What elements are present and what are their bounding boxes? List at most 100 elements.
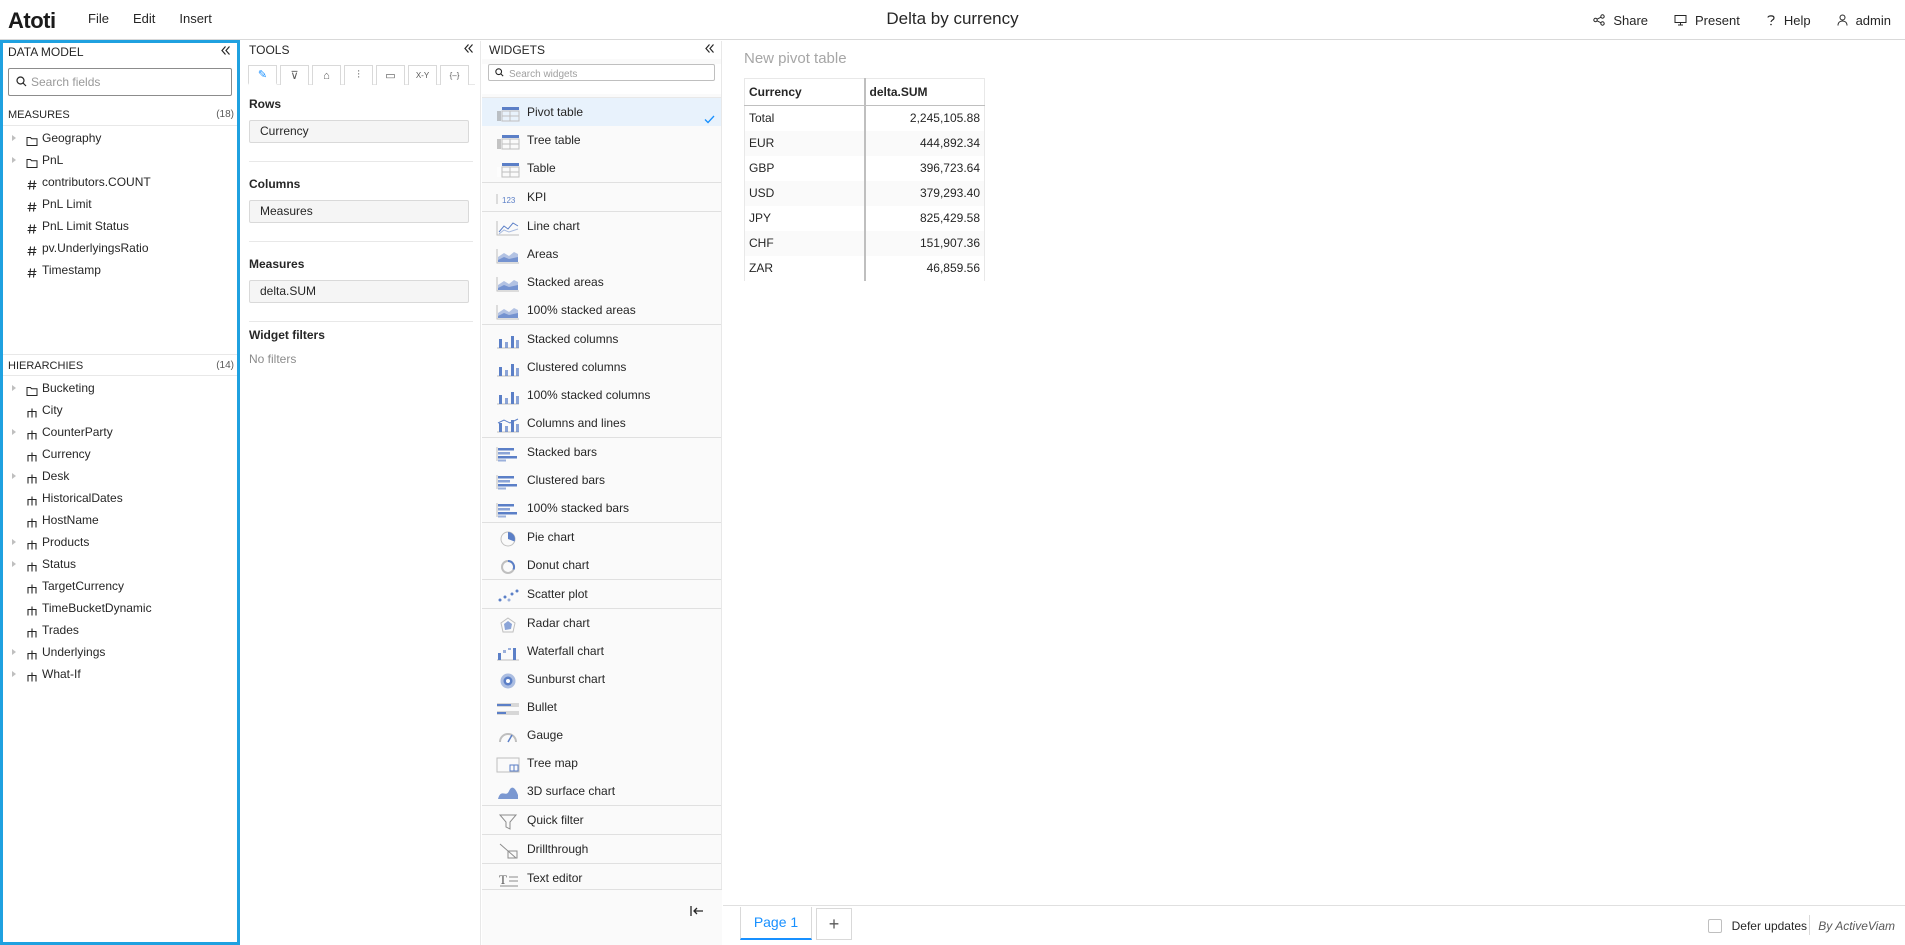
defer-updates-checkbox[interactable] (1707, 919, 1722, 933)
widget-item-stacked-areas[interactable]: Stacked areas (482, 268, 721, 296)
pivot-value-cell[interactable]: 444,892.34 (864, 130, 985, 156)
widget-item-waterfall-chart[interactable]: Waterfall chart (482, 637, 721, 665)
pivot-row-header-cell[interactable]: EUR (744, 130, 866, 156)
pivot-row-header-cell[interactable]: Total (744, 105, 866, 131)
tree-item-hostname[interactable]: HostName (3, 509, 237, 531)
app-logo[interactable]: Atoti (8, 8, 56, 34)
collapse-data-model-icon[interactable] (220, 45, 231, 56)
widget-item-pivot-table[interactable]: Pivot table (482, 98, 721, 126)
measures-field-chip[interactable]: delta.SUM (249, 280, 469, 303)
widget-item-bullet[interactable]: Bullet (482, 693, 721, 721)
help-button[interactable]: Help (1766, 13, 1811, 28)
tree-item-timebucketdynamic[interactable]: TimeBucketDynamic (3, 597, 237, 619)
widget-item-clustered-columns[interactable]: Clustered columns (482, 353, 721, 381)
tree-item-city[interactable]: City (3, 399, 237, 421)
widget-item-kpi[interactable]: 123 KPI (482, 183, 721, 211)
json-tab[interactable]: {–} (440, 65, 469, 85)
widget-item-3d-surface-chart[interactable]: 3D surface chart (482, 777, 721, 805)
hierarchies-section-header[interactable]: HIERARCHIES (14) (3, 354, 237, 376)
tree-item-bucketing[interactable]: Bucketing (3, 377, 237, 399)
expand-caret-icon[interactable] (12, 157, 16, 163)
tree-item-geography[interactable]: Geography (3, 127, 237, 149)
tree-item-pnl-limit-status[interactable]: PnL Limit Status (3, 215, 237, 237)
widget-item-tree-map[interactable]: Tree map (482, 749, 721, 777)
widget-title[interactable]: New pivot table (744, 50, 847, 67)
tree-item-trades[interactable]: Trades (3, 619, 237, 641)
pivot-row-header-cell[interactable]: CHF (744, 230, 866, 256)
share-button[interactable]: Share (1593, 13, 1648, 28)
collapse-tools-icon[interactable] (463, 43, 474, 54)
pin-panel-icon[interactable] (690, 905, 704, 917)
settings-tab[interactable]: ⫶ (344, 65, 373, 85)
pivot-row-header-cell[interactable]: JPY (744, 205, 866, 231)
filter-tab[interactable]: ⊽ (280, 65, 309, 85)
widget-item-table[interactable]: Table (482, 154, 721, 182)
field-search-input[interactable] (31, 70, 221, 94)
widget-item-100-stacked-bars[interactable]: 100% stacked bars (482, 494, 721, 522)
widget-item-pie-chart[interactable]: Pie chart (482, 523, 721, 551)
rows-field-chip[interactable]: Currency (249, 120, 469, 143)
widget-item-radar-chart[interactable]: Radar chart (482, 609, 721, 637)
tree-item-pnl[interactable]: PnL (3, 149, 237, 171)
widget-item-columns-and-lines[interactable]: Columns and lines (482, 409, 721, 437)
pivot-value-cell[interactable]: 151,907.36 (864, 230, 985, 256)
pivot-value-cell[interactable]: 825,429.58 (864, 205, 985, 231)
expand-caret-icon[interactable] (12, 649, 16, 655)
pivot-row-header-cell[interactable]: GBP (744, 155, 866, 181)
present-button[interactable]: Present (1674, 13, 1740, 28)
pivot-value-cell[interactable]: 379,293.40 (864, 180, 985, 206)
tree-item-desk[interactable]: Desk (3, 465, 237, 487)
widget-item-scatter-plot[interactable]: Scatter plot (482, 580, 721, 608)
tree-item-status[interactable]: Status (3, 553, 237, 575)
tree-item-counterparty[interactable]: CounterParty (3, 421, 237, 443)
columns-field-chip[interactable]: Measures (249, 200, 469, 223)
expand-caret-icon[interactable] (12, 429, 16, 435)
widget-item-quick-filter[interactable]: Quick filter (482, 806, 721, 834)
pivot-value-cell[interactable]: 2,245,105.88 (864, 105, 985, 131)
pivot-value-cell[interactable]: 46,859.56 (864, 255, 985, 281)
widget-item-100-stacked-columns[interactable]: 100% stacked columns (482, 381, 721, 409)
measures-section-header[interactable]: MEASURES (18) (3, 104, 237, 126)
tree-item-currency[interactable]: Currency (3, 443, 237, 465)
widget-item-100-stacked-areas[interactable]: 100% stacked areas (482, 296, 721, 324)
widget-item-areas[interactable]: Areas (482, 240, 721, 268)
edit-tab[interactable]: ✎ (248, 65, 277, 85)
pivot-row-header-cell[interactable]: ZAR (744, 255, 866, 281)
tree-item-pnl-limit[interactable]: PnL Limit (3, 193, 237, 215)
widget-item-drillthrough[interactable]: Drillthrough (482, 835, 721, 863)
widget-item-text-editor[interactable]: T Text editor (482, 864, 721, 892)
page-tab-1[interactable]: Page 1 (740, 907, 812, 940)
tree-item-underlyings[interactable]: Underlyings (3, 641, 237, 663)
tree-item-historicaldates[interactable]: HistoricalDates (3, 487, 237, 509)
tree-item-what-if[interactable]: What-If (3, 663, 237, 685)
widget-search[interactable] (488, 64, 715, 82)
tree-item-products[interactable]: Products (3, 531, 237, 553)
menu-edit[interactable]: Edit (121, 0, 167, 40)
widget-item-stacked-bars[interactable]: Stacked bars (482, 438, 721, 466)
widget-item-tree-table[interactable]: Tree table (482, 126, 721, 154)
xy-tab[interactable]: X-Y (408, 65, 437, 85)
tree-item-pv-underlyingsratio[interactable]: pv.UnderlyingsRatio (3, 237, 237, 259)
collapse-widgets-icon[interactable] (704, 43, 715, 54)
tree-item-targetcurrency[interactable]: TargetCurrency (3, 575, 237, 597)
widget-item-stacked-columns[interactable]: Stacked columns (482, 325, 721, 353)
pivot-header-delta-sum[interactable]: delta.SUM (864, 78, 985, 106)
add-page-button[interactable]: + (816, 908, 852, 940)
defer-updates-toggle[interactable]: Defer updates (1707, 919, 1807, 933)
tree-item-contributors-count[interactable]: contributors.COUNT (3, 171, 237, 193)
widget-item-donut-chart[interactable]: Donut chart (482, 551, 721, 579)
widget-item-gauge[interactable]: Gauge (482, 721, 721, 749)
field-search[interactable] (8, 68, 232, 96)
query-tab[interactable]: ▭ (376, 65, 405, 85)
widget-search-input[interactable] (509, 67, 709, 82)
widget-item-clustered-bars[interactable]: Clustered bars (482, 466, 721, 494)
pivot-header-currency[interactable]: Currency (744, 78, 866, 106)
expand-caret-icon[interactable] (12, 135, 16, 141)
expand-caret-icon[interactable] (12, 671, 16, 677)
pivot-value-cell[interactable]: 396,723.64 (864, 155, 985, 181)
widget-item-line-chart[interactable]: Line chart (482, 212, 721, 240)
pivot-row-header-cell[interactable]: USD (744, 180, 866, 206)
user-menu-button[interactable]: admin (1837, 13, 1891, 28)
style-tab[interactable]: ⌂ (312, 65, 341, 85)
expand-caret-icon[interactable] (12, 473, 16, 479)
